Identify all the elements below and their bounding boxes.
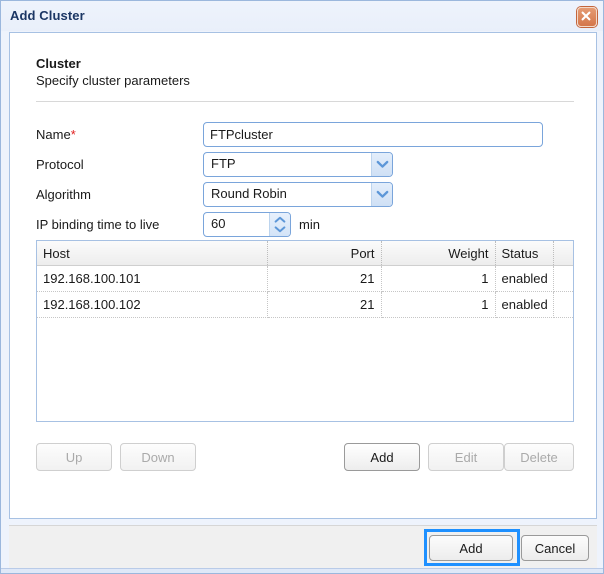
name-label-text: Name bbox=[36, 127, 71, 142]
protocol-label: Protocol bbox=[36, 157, 84, 172]
name-input[interactable] bbox=[203, 122, 543, 147]
move-down-button[interactable]: Down bbox=[120, 443, 196, 471]
move-up-button[interactable]: Up bbox=[36, 443, 112, 471]
dialog-content-panel: Cluster Specify cluster parameters Name*… bbox=[9, 32, 597, 519]
cell-weight: 1 bbox=[381, 292, 495, 318]
column-header-host[interactable]: Host bbox=[37, 241, 267, 266]
ttl-value: 60 bbox=[211, 216, 225, 231]
table-header-row: Host Port Weight Status bbox=[37, 241, 573, 266]
column-header-weight[interactable]: Weight bbox=[381, 241, 495, 266]
dialog-cancel-button[interactable]: Cancel bbox=[521, 535, 589, 561]
section-divider bbox=[36, 101, 574, 102]
algorithm-select[interactable]: Round Robin bbox=[203, 182, 393, 207]
ttl-spinner-buttons[interactable] bbox=[269, 213, 290, 236]
column-header-extra[interactable] bbox=[553, 241, 573, 266]
table-row[interactable]: 192.168.100.102 21 1 enabled bbox=[37, 292, 573, 318]
delete-host-button[interactable]: Delete bbox=[504, 443, 574, 471]
cell-status: enabled bbox=[495, 266, 553, 292]
ttl-label: IP binding time to live bbox=[36, 217, 159, 232]
chevron-up-icon[interactable] bbox=[274, 216, 286, 225]
cell-host: 192.168.100.102 bbox=[37, 292, 267, 318]
chevron-down-icon[interactable] bbox=[274, 225, 286, 234]
name-label: Name* bbox=[36, 127, 76, 142]
table-row[interactable]: 192.168.100.101 21 1 enabled bbox=[37, 266, 573, 292]
cell-port: 21 bbox=[267, 292, 381, 318]
section-heading: Cluster bbox=[36, 56, 81, 71]
edit-host-button[interactable]: Edit bbox=[428, 443, 504, 471]
ttl-spinner[interactable]: 60 bbox=[203, 212, 291, 237]
hosts-table[interactable]: Host Port Weight Status 192.168.100.101 … bbox=[36, 240, 574, 422]
cell-weight: 1 bbox=[381, 266, 495, 292]
cell-port: 21 bbox=[267, 266, 381, 292]
dialog-bottom-strip bbox=[1, 568, 604, 573]
close-icon[interactable] bbox=[577, 7, 597, 27]
algorithm-label: Algorithm bbox=[36, 187, 91, 202]
cell-extra bbox=[553, 266, 573, 292]
column-header-port[interactable]: Port bbox=[267, 241, 381, 266]
dialog-footer: Add Cancel bbox=[9, 525, 597, 569]
algorithm-selected-value: Round Robin bbox=[211, 186, 287, 201]
ttl-unit-label: min bbox=[299, 217, 320, 232]
add-host-button[interactable]: Add bbox=[344, 443, 420, 471]
add-cluster-dialog: Add Cluster Cluster Specify cluster para… bbox=[0, 0, 604, 574]
cell-host: 192.168.100.101 bbox=[37, 266, 267, 292]
dialog-title: Add Cluster bbox=[10, 8, 85, 23]
required-marker: * bbox=[71, 127, 76, 142]
section-subheading: Specify cluster parameters bbox=[36, 73, 190, 88]
cell-extra bbox=[553, 292, 573, 318]
chevron-down-icon[interactable] bbox=[371, 183, 392, 206]
protocol-select[interactable]: FTP bbox=[203, 152, 393, 177]
cell-status: enabled bbox=[495, 292, 553, 318]
protocol-selected-value: FTP bbox=[211, 156, 236, 171]
dialog-add-button[interactable]: Add bbox=[429, 535, 513, 561]
column-header-status[interactable]: Status bbox=[495, 241, 553, 266]
dialog-titlebar: Add Cluster bbox=[1, 1, 604, 31]
chevron-down-icon[interactable] bbox=[371, 153, 392, 176]
